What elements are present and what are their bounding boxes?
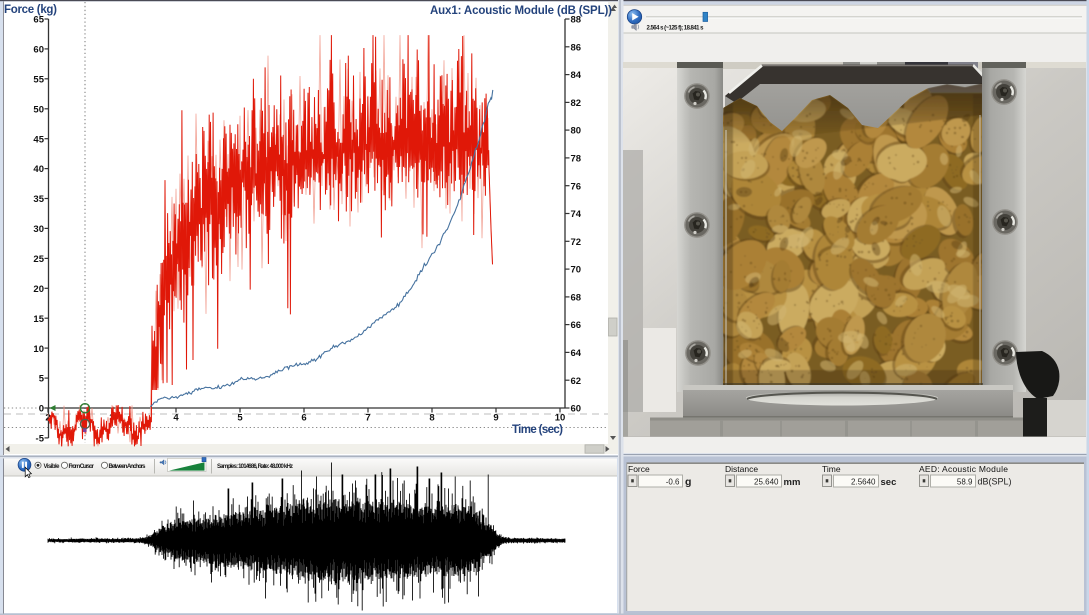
svg-text:66: 66 [571, 320, 582, 331]
svg-text:Samples: 1014686, Rate: 48.000: Samples: 1014686, Rate: 48.000 kHz [217, 464, 293, 470]
svg-text:5: 5 [237, 413, 243, 424]
svg-text:65: 65 [33, 15, 44, 26]
svg-text:Force (kg): Force (kg) [4, 4, 57, 16]
svg-text:25: 25 [33, 254, 44, 265]
svg-text:9: 9 [493, 413, 498, 424]
svg-text:58.9: 58.9 [957, 477, 973, 486]
svg-text:80: 80 [571, 126, 582, 137]
svg-text:78: 78 [571, 154, 582, 165]
svg-text:10: 10 [33, 344, 44, 355]
svg-text:35: 35 [33, 194, 44, 205]
svg-text:60: 60 [571, 404, 582, 415]
svg-text:0: 0 [39, 404, 44, 415]
svg-text:g: g [685, 476, 691, 488]
svg-text:10: 10 [555, 413, 566, 424]
svg-text:2.5640: 2.5640 [851, 477, 876, 486]
svg-text:76: 76 [571, 181, 582, 192]
svg-text:40: 40 [33, 164, 44, 175]
svg-text:Aux1: Acoustic Module (dB (SPL: Aux1: Acoustic Module (dB (SPL)) [430, 5, 612, 17]
svg-text:20: 20 [33, 284, 44, 295]
svg-text:62: 62 [571, 376, 582, 387]
svg-text:64: 64 [571, 348, 582, 359]
svg-text:Time (sec): Time (sec) [512, 424, 563, 436]
svg-text:AED: Acoustic Module: AED: Acoustic Module [919, 464, 1008, 474]
svg-text:Visible: Visible [44, 464, 61, 470]
svg-text:From Cursor: From Cursor [69, 464, 95, 470]
svg-text:2.564 s (~125 f); 18.841 s: 2.564 s (~125 f); 18.841 s [647, 25, 705, 31]
svg-text:Force: Force [628, 464, 650, 474]
svg-text:86: 86 [571, 42, 582, 53]
svg-text:68: 68 [571, 293, 582, 304]
svg-text:72: 72 [571, 237, 582, 248]
svg-text:60: 60 [33, 45, 44, 56]
svg-text:45: 45 [33, 134, 44, 145]
svg-text:7: 7 [365, 413, 370, 424]
svg-text:15: 15 [33, 314, 44, 325]
svg-text:5: 5 [39, 374, 45, 385]
svg-text:84: 84 [571, 70, 582, 81]
svg-text:50: 50 [33, 104, 44, 115]
svg-text:74: 74 [571, 209, 582, 220]
svg-text:8: 8 [429, 413, 434, 424]
svg-text:55: 55 [33, 74, 44, 85]
svg-text:Time: Time [822, 464, 841, 474]
svg-text:-0.6: -0.6 [666, 477, 680, 486]
svg-text:Between Anchors: Between Anchors [109, 464, 147, 470]
svg-text:4: 4 [173, 413, 179, 424]
svg-text:6: 6 [301, 413, 306, 424]
svg-text:Distance: Distance [725, 464, 758, 474]
svg-text:30: 30 [33, 224, 44, 235]
svg-text:sec: sec [881, 477, 897, 488]
svg-text:25.640: 25.640 [754, 477, 779, 486]
svg-text:82: 82 [571, 98, 582, 109]
svg-text:70: 70 [571, 265, 582, 276]
svg-text:dB(SPL): dB(SPL) [978, 477, 1012, 487]
svg-text:-5: -5 [36, 434, 45, 445]
svg-text:mm: mm [784, 477, 801, 488]
